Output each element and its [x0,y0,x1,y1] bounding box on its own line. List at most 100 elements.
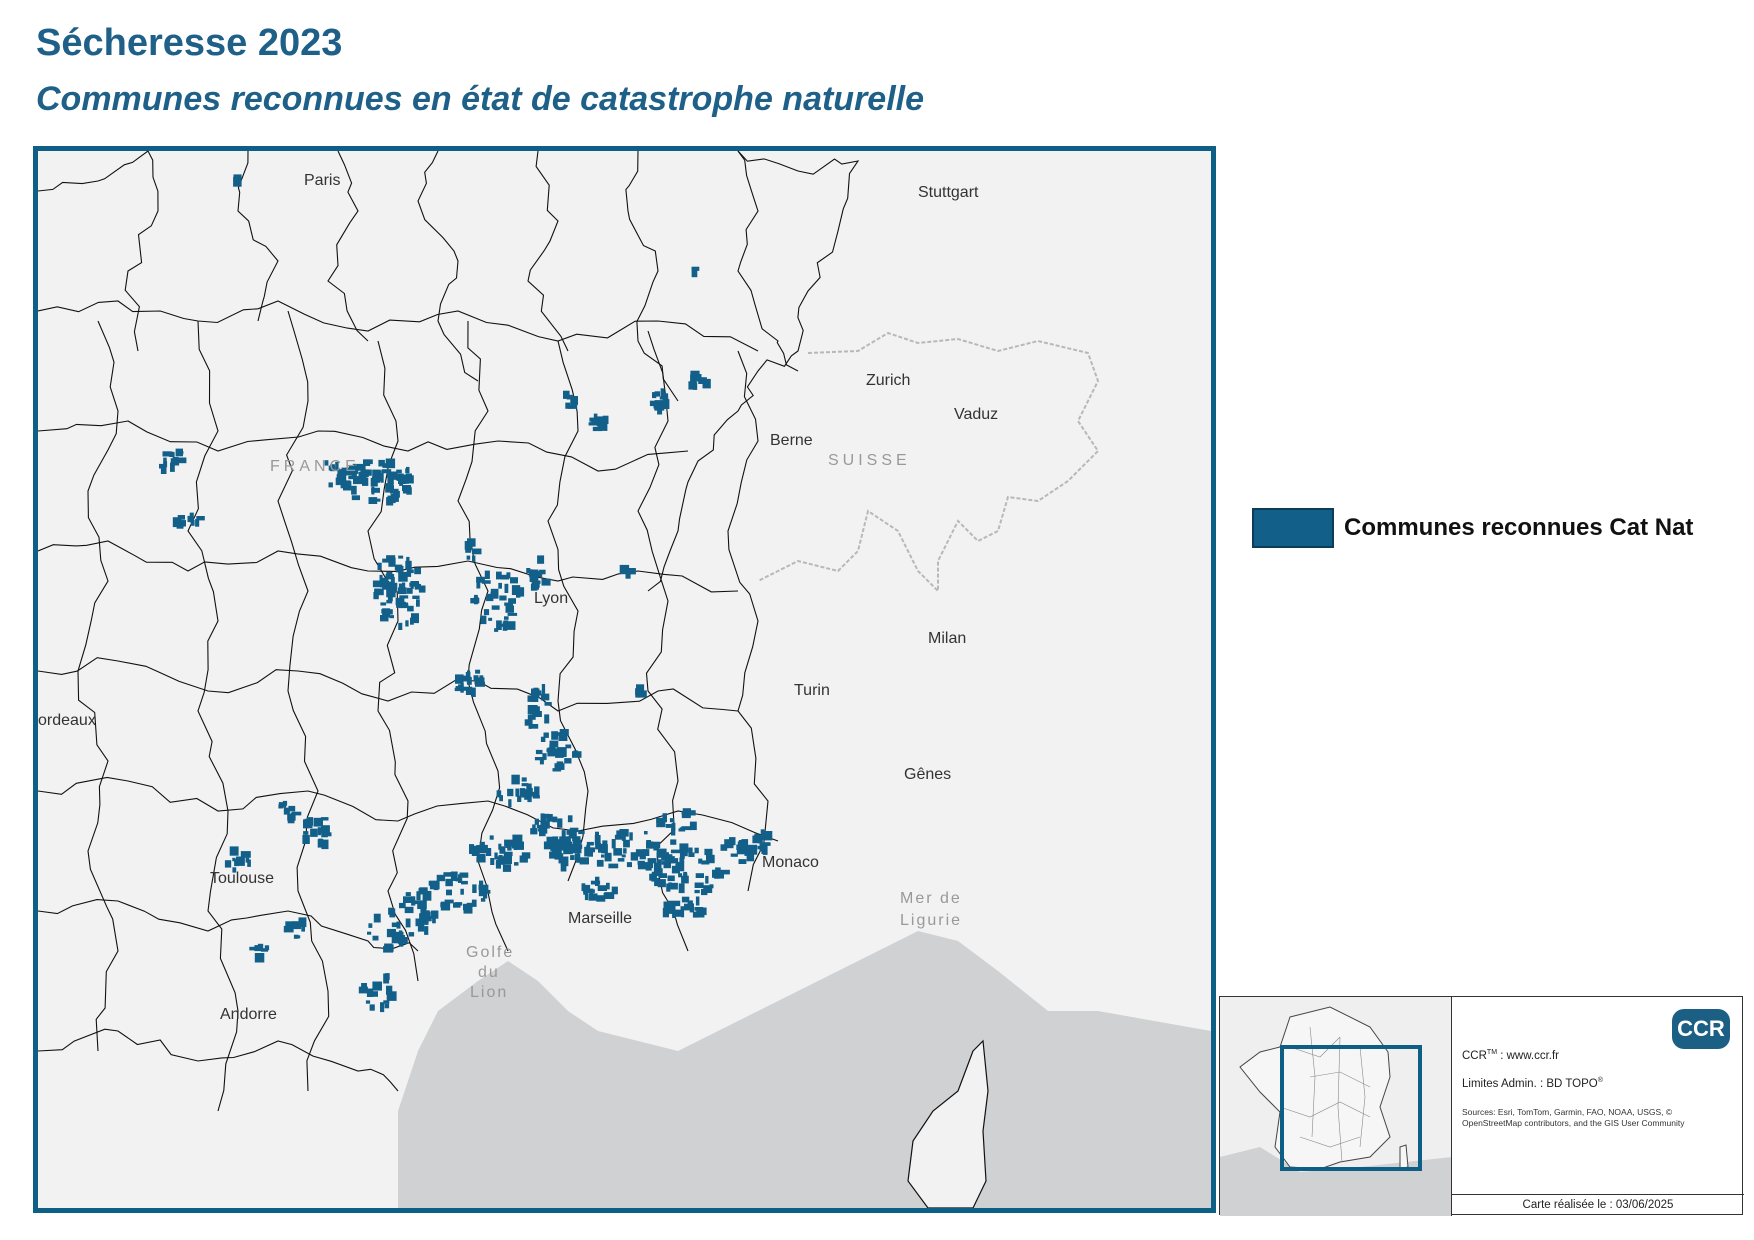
affected-commune [511,774,520,785]
affected-commune [229,846,239,856]
info-panel: CCR CCRTM : www.ccr.fr Limites Admin. : … [1452,997,1744,1216]
map-subtitle: Communes reconnues en état de catastroph… [36,80,925,118]
affected-commune [669,818,675,823]
affected-commune [666,883,671,892]
affected-commune [453,902,461,908]
affected-commune [590,880,601,885]
affected-commune [517,795,522,802]
affected-commune [398,583,404,590]
affected-commune [541,827,548,834]
affected-commune [683,871,688,880]
affected-commune [701,888,708,896]
affected-commune [471,548,482,555]
affected-commune [472,884,477,893]
affected-commune [623,848,627,854]
affected-commune [373,913,381,923]
department-boundary [367,340,419,982]
affected-commune [539,569,546,575]
affected-commune [536,824,543,829]
affected-commune [748,849,753,857]
label-vaduz: Vaduz [954,406,998,423]
affected-commune [406,556,410,562]
affected-commune [373,981,382,991]
affected-commune [384,1003,390,1009]
affected-commune [159,463,165,469]
legend-swatch [1252,508,1334,548]
affected-commune [446,889,452,896]
affected-commune [587,847,593,857]
affected-commune [369,1004,375,1011]
overview-inset-map[interactable] [1220,997,1452,1216]
affected-commune [504,616,509,620]
affected-commune [370,991,378,997]
affected-commune [583,887,587,895]
affected-commune [368,497,378,504]
affected-commune [470,598,480,604]
department-boundary [737,151,799,372]
affected-commune [504,583,509,593]
affected-commune [399,595,409,599]
affected-commune [480,615,487,625]
affected-commune [336,475,346,479]
affected-commune [475,669,481,674]
inset-map-canvas [1220,997,1451,1216]
legend-label: Communes reconnues Cat Nat [1344,514,1694,541]
affected-commune [433,884,439,891]
affected-commune [372,935,379,941]
affected-commune [554,853,564,860]
main-map[interactable]: Paris Stuttgart Zurich Vaduz Berne Lyon … [33,146,1216,1213]
affected-commune [455,674,464,684]
affected-commune [249,946,258,951]
affected-commune [403,896,412,903]
affected-commune [656,822,666,828]
department-boundary [38,300,759,352]
affected-commune [598,844,607,853]
affected-commune [408,932,415,937]
affected-commune [635,690,641,698]
affected-commune [530,828,538,835]
affected-commune [626,862,632,868]
affected-commune [540,693,550,701]
affected-commune [393,493,398,497]
affected-commune [406,587,413,594]
affected-commune [662,907,669,918]
affected-commune [692,382,698,390]
affected-commune [555,846,562,855]
affected-commune [405,620,409,627]
affected-commune [491,605,500,610]
affected-commune [556,747,560,756]
affected-commune [490,588,499,599]
ccr-tm: TM [1486,1049,1498,1056]
affected-commune [623,839,630,848]
affected-commune [663,862,671,869]
affected-commune [461,880,468,885]
affected-commune [566,394,573,400]
affected-commune [362,477,369,486]
affected-commune [463,903,472,911]
affected-commune [232,857,236,862]
department-boundary [187,320,239,1112]
affected-commune [578,830,585,835]
affected-commune [662,813,667,823]
affected-commune [564,758,572,764]
affected-commune [364,459,369,465]
affected-commune [611,839,616,849]
affected-commune [652,392,657,399]
affected-commune [460,888,464,895]
affected-commune [317,827,321,836]
affected-commune [603,892,614,897]
affected-commune [629,832,633,841]
affected-commune [405,560,412,570]
affected-commune [414,567,421,575]
affected-commune [411,896,416,906]
label-golfe-3: Lion [470,984,508,1001]
affected-commune [373,592,379,600]
affected-commune [762,831,773,841]
affected-commune [377,562,382,570]
label-mer-1: Mer de [900,890,962,907]
affected-commune [546,814,553,822]
affected-commune [396,921,401,929]
affected-commune [537,555,545,564]
ccr-logo: CCR [1672,1009,1730,1049]
affected-commune [483,609,490,616]
